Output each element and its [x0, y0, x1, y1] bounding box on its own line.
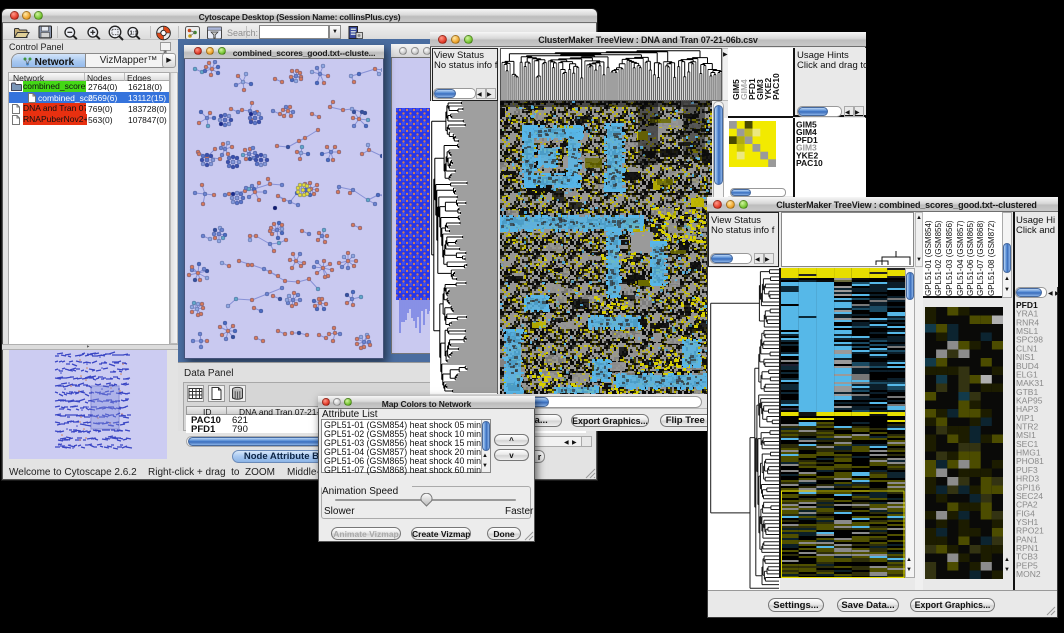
svg-text:GPL51-07 (GSM868): GPL51-07 (GSM868)	[976, 220, 985, 296]
svg-text:MON2: MON2	[1016, 569, 1041, 579]
svg-text:GPL51-03 (GSM856): GPL51-03 (GSM856)	[945, 220, 954, 296]
svg-text:GPL51-04 (GSM857): GPL51-04 (GSM857)	[956, 220, 965, 296]
svg-text:GPL51-01 (GSM854): GPL51-01 (GSM854)	[924, 220, 933, 296]
svg-text:GPL51-06 (GSM865): GPL51-06 (GSM865)	[966, 220, 975, 296]
svg-text:GPL51-02 (GSM855): GPL51-02 (GSM855)	[934, 220, 943, 296]
svg-text:PAC10: PAC10	[796, 158, 823, 168]
svg-text:1:1: 1:1	[130, 31, 138, 37]
svg-text:GPL51-08 (GSM872): GPL51-08 (GSM872)	[987, 220, 996, 296]
svg-text:PAC10: PAC10	[771, 73, 781, 100]
